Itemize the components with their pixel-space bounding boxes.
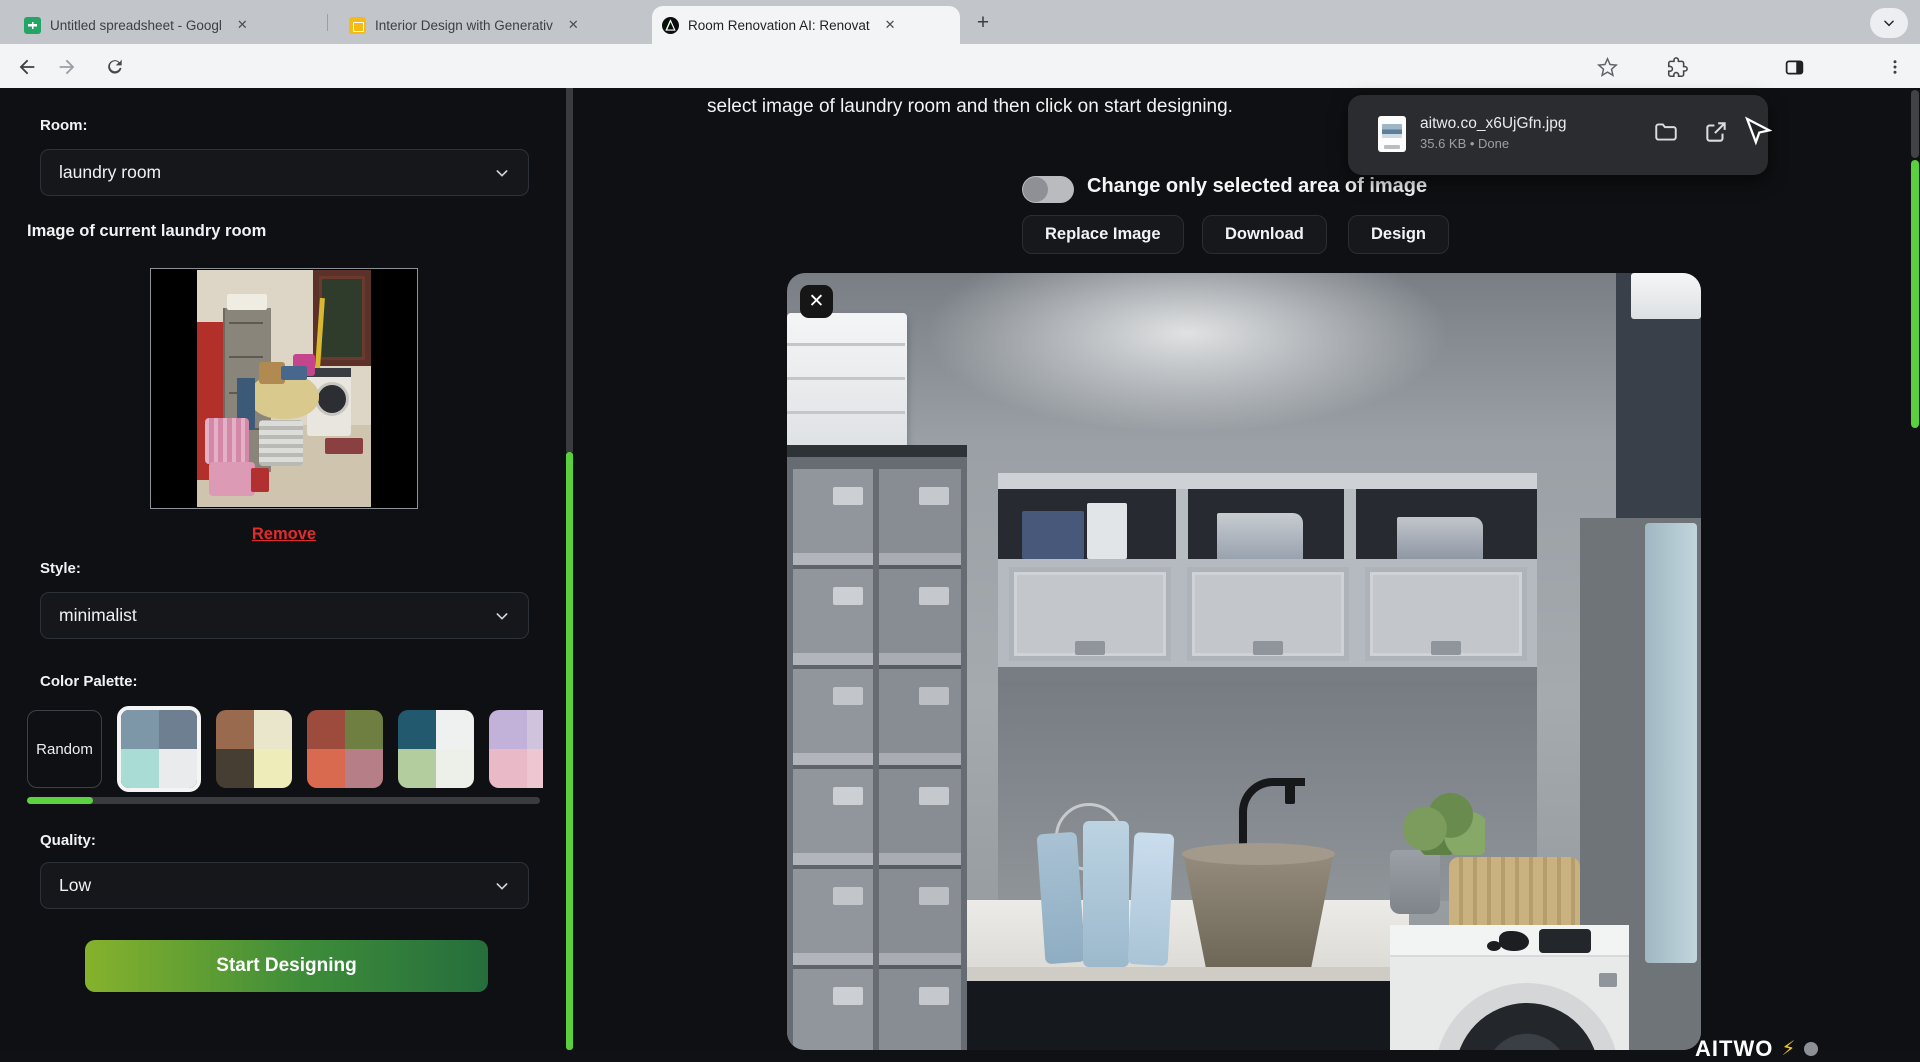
tab-title: Interior Design with Generativ — [375, 18, 553, 33]
ceiling-light-glow — [927, 273, 1447, 433]
replace-image-button[interactable]: Replace Image — [1022, 215, 1184, 254]
tab-strip: Untitled spreadsheet - Googl ✕ Interior … — [0, 0, 1920, 44]
browser-toolbar: aitwo.co/ai-interior-design — [0, 44, 1920, 89]
download-bubble: aitwo.co_x6UjGfn.jpg 35.6 KB • Done — [1348, 95, 1768, 175]
tab-close-icon[interactable]: ✕ — [568, 17, 579, 33]
page-scrollbar-segment[interactable] — [1911, 90, 1919, 158]
forward-button[interactable] — [52, 52, 82, 82]
instruction-text: select image of laundry room and then cl… — [707, 96, 1233, 118]
close-image-button[interactable]: ✕ — [800, 285, 833, 318]
palette-swatch-1[interactable] — [117, 706, 201, 792]
slides-favicon-icon — [349, 17, 366, 34]
toggle-label: Change only selected area of image — [1087, 175, 1427, 198]
palette-swatch-2[interactable] — [216, 710, 292, 788]
palette-random-button[interactable]: Random — [27, 710, 102, 788]
download-button[interactable]: Download — [1202, 215, 1327, 254]
open-in-new-icon[interactable] — [1703, 119, 1729, 150]
tab-spreadsheet[interactable]: Untitled spreadsheet - Googl ✕ — [14, 6, 316, 44]
palette-label: Color Palette: — [40, 673, 138, 690]
room-select-value: laundry room — [59, 162, 161, 183]
page-scrollbar-thumb[interactable] — [1911, 160, 1919, 428]
back-button[interactable] — [12, 52, 42, 82]
palette-scrollbar[interactable] — [27, 797, 540, 804]
watermark-dot — [1804, 1042, 1818, 1056]
bolt-icon: ⚡ — [1781, 1036, 1796, 1061]
palette-swatch-3[interactable] — [307, 710, 383, 788]
tab-slides[interactable]: Interior Design with Generativ ✕ — [339, 6, 639, 44]
style-select-value: minimalist — [59, 605, 137, 626]
aitwo-favicon-icon — [662, 17, 679, 34]
tab-search-chevron-button[interactable] — [1870, 8, 1908, 38]
quality-select-value: Low — [59, 875, 91, 896]
palette-swatch-5[interactable] — [489, 710, 543, 788]
style-label: Style: — [40, 560, 81, 577]
tab-close-icon[interactable]: ✕ — [237, 17, 248, 33]
style-select[interactable]: minimalist — [40, 592, 529, 639]
watermark-text: AITWO — [1695, 1036, 1773, 1062]
page-content: Room: laundry room Image of current laun… — [0, 88, 1920, 1050]
download-filename[interactable]: aitwo.co_x6UjGfn.jpg — [1420, 115, 1566, 133]
palette-scrollbar-thumb[interactable] — [27, 797, 93, 804]
palette-swatch-4[interactable] — [398, 710, 474, 788]
chevron-down-icon — [494, 878, 510, 894]
menu-kebab-icon[interactable] — [1880, 52, 1910, 82]
quality-select[interactable]: Low — [40, 862, 529, 909]
design-button[interactable]: Design — [1348, 215, 1449, 254]
tab-title: Room Renovation AI: Renovat — [688, 18, 870, 33]
remove-image-link[interactable]: Remove — [0, 525, 568, 544]
start-designing-button[interactable]: Start Designing — [85, 940, 488, 992]
show-in-folder-icon[interactable] — [1653, 119, 1679, 150]
chevron-down-icon — [494, 608, 510, 624]
palette-row: Random — [27, 704, 543, 794]
tab-separator — [327, 14, 328, 31]
reload-button[interactable] — [100, 52, 130, 82]
tab-room-renovation-active[interactable]: Room Renovation AI: Renovat ✕ — [652, 6, 960, 44]
new-tab-button[interactable]: + — [968, 8, 998, 38]
sidebar-scrollbar-thumb[interactable] — [566, 452, 573, 1050]
image-section-label: Image of current laundry room — [27, 222, 266, 241]
mouse-cursor — [1742, 116, 1772, 155]
selected-area-toggle[interactable] — [1022, 176, 1074, 203]
download-meta: 35.6 KB • Done — [1420, 136, 1509, 151]
tab-close-icon[interactable]: ✕ — [885, 17, 896, 33]
current-room-thumbnail[interactable] — [150, 268, 418, 509]
tab-title: Untitled spreadsheet - Googl — [50, 18, 222, 33]
extensions-icon[interactable] — [1662, 52, 1692, 82]
sidebar-scrollbar-track[interactable] — [566, 88, 573, 452]
room-label: Room: — [40, 117, 88, 134]
jpg-file-icon — [1378, 116, 1406, 152]
bookmark-star-icon[interactable] — [1592, 52, 1622, 82]
room-select[interactable]: laundry room — [40, 149, 529, 196]
generated-room-image: ✕ — [787, 273, 1701, 1050]
laundry-room-photo — [197, 270, 371, 507]
chevron-down-icon — [494, 165, 510, 181]
toggle-knob — [1023, 177, 1048, 202]
side-panel-icon[interactable] — [1779, 52, 1809, 82]
quality-label: Quality: — [40, 832, 96, 849]
sheets-favicon-icon — [24, 17, 41, 34]
site-watermark: AITWO ⚡ — [1695, 1036, 1818, 1062]
